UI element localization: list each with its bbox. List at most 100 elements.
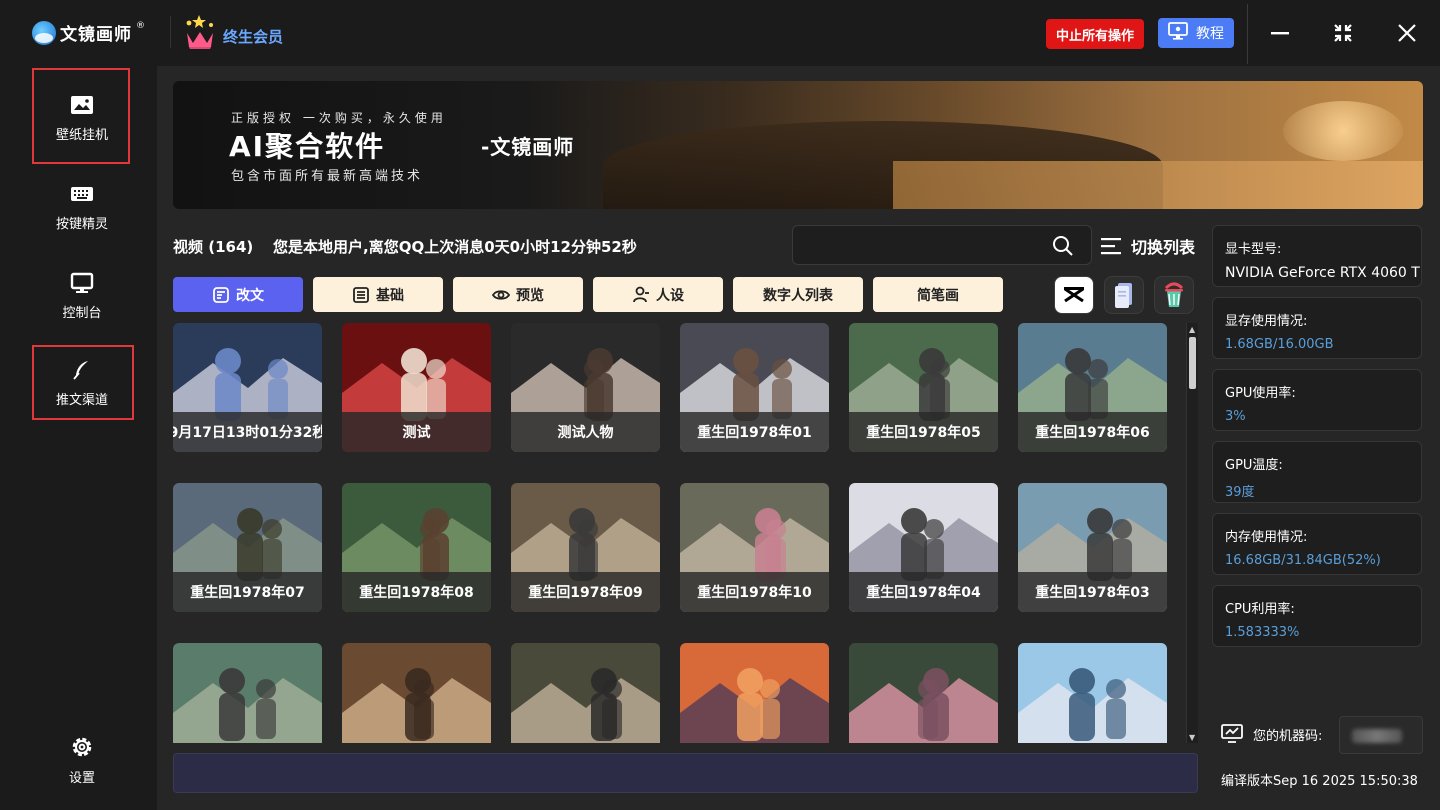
tab-sketch[interactable]: 简笔画 [873,277,1003,312]
stat-value: NVIDIA GeForce RTX 4060 T [1225,265,1420,281]
tab-rewrite[interactable]: 改文 [173,277,303,312]
tab-label: 人设 [656,287,684,304]
tab-label: 数字人列表 [763,287,833,304]
edit-icon [213,286,229,303]
gear-icon [72,737,92,756]
capcut-icon [1059,280,1089,310]
video-card[interactable]: 测试 [342,323,491,452]
app-window: 文镜画师 ® 终生会员 中止所有操作 教程 壁纸挂机 按键精灵 控制台 推文渠道… [0,0,1440,810]
grid-scrollbar[interactable]: ▲ ▼ [1186,323,1198,743]
sidebar-item-wallpaper[interactable]: 壁纸挂机 [32,82,132,154]
cleaner-app-button[interactable] [1154,276,1194,314]
stat-value: 1.68GB/16.00GB [1225,337,1334,352]
person-icon [633,286,649,302]
tab-digital-human-list[interactable]: 数字人列表 [733,277,863,312]
stat-card: 内存使用情况: 16.68GB/31.84GB(52%) [1212,513,1422,575]
monitor-chart-icon [1221,724,1243,743]
image-icon [71,95,93,114]
list-icon [1101,238,1121,255]
banner-title: AI聚合软件 [229,130,386,163]
stat-card: GPU温度: 39度 [1212,441,1422,503]
video-card[interactable]: 重生回1978年03 [1018,483,1167,612]
sidebar-item-console[interactable]: 控制台 [32,260,132,332]
stat-label: 显卡型号: [1225,242,1282,257]
video-title: 重生回1978年05 [849,412,998,452]
video-card[interactable]: 重生回1978年05 [849,323,998,452]
stat-card: 显存使用情况: 1.68GB/16.00GB [1212,297,1422,359]
vip-badge[interactable]: 终生会员 [183,13,283,49]
video-card[interactable]: 测试人物 [511,323,660,452]
video-card[interactable] [511,643,660,743]
video-card[interactable] [1018,643,1167,743]
video-card[interactable] [173,643,322,743]
capcut-app-button[interactable] [1054,276,1094,314]
document-icon [1115,283,1132,308]
video-card[interactable] [680,643,829,743]
video-card[interactable]: 重生回1978年10 [680,483,829,612]
video-card[interactable]: 重生回1978年08 [342,483,491,612]
tutorial-button[interactable]: 教程 [1158,18,1234,48]
video-title: 测试 [342,412,491,452]
tab-label: 简笔画 [917,287,959,304]
video-card[interactable]: 重生回1978年01 [680,323,829,452]
switch-list-button[interactable]: 切换列表 [1101,234,1195,258]
scroll-up-icon[interactable]: ▲ [1189,325,1197,334]
main-panel: 正版授权 一次购买，永久使用 AI聚合软件 -文镜画师 包含市面所有最新高端技术… [157,66,1440,810]
video-count: 视频 (164) [173,238,254,256]
stat-card: 显卡型号: NVIDIA GeForce RTX 4060 T [1212,225,1422,287]
machine-code-value[interactable] [1339,716,1423,754]
video-card[interactable] [342,643,491,743]
video-card[interactable]: 9月17日13时01分32秒 [173,323,322,452]
build-version: 编译版本Sep 16 2025 15:50:38 [1221,774,1418,789]
divider [1247,4,1248,64]
machine-code-row: 您的机器码: [1221,724,1322,744]
fullscreen-button[interactable] [1328,18,1358,48]
video-title: 重生回1978年01 [680,412,829,452]
close-button[interactable] [1392,18,1422,48]
video-title: 重生回1978年07 [173,572,322,612]
sidebar-item-settings[interactable]: 设置 [32,734,132,786]
minimize-icon [1271,32,1289,35]
tab-preview[interactable]: 预览 [453,277,583,312]
monitor-icon [1168,22,1188,44]
video-card[interactable]: 重生回1978年04 [849,483,998,612]
video-card[interactable]: 重生回1978年09 [511,483,660,612]
stat-value: 39度 [1225,485,1255,500]
search-icon[interactable] [1051,234,1075,258]
tab-label: 改文 [236,287,264,304]
video-title: 9月17日13时01分32秒 [173,412,322,452]
app-name: 文镜画师 [60,25,132,45]
logo-icon [32,20,56,45]
stat-label: 显存使用情况: [1225,314,1308,329]
stop-all-button[interactable]: 中止所有操作 [1046,19,1144,49]
video-card[interactable]: 重生回1978年07 [173,483,322,612]
stat-label: GPU使用率: [1225,386,1296,401]
fullscreen-icon [1334,24,1352,42]
app-shortcuts [1054,276,1194,314]
scroll-thumb[interactable] [1189,337,1196,389]
sidebar-item-key-macro[interactable]: 按键精灵 [32,172,132,242]
tab-persona[interactable]: 人设 [593,277,723,312]
video-card[interactable]: 重生回1978年06 [1018,323,1167,452]
command-input[interactable] [173,753,1198,793]
video-card[interactable] [849,643,998,743]
sidebar-item-push-channel[interactable]: 推文渠道 [32,347,132,419]
scroll-down-icon[interactable]: ▼ [1189,733,1197,742]
video-thumbnail [680,643,829,743]
close-icon [1398,24,1416,42]
video-thumbnail [511,643,660,743]
stat-value: 3% [1225,409,1246,424]
search-box [792,225,1092,265]
tab-label: 预览 [516,287,544,304]
search-input[interactable] [805,236,1045,256]
minimize-button[interactable] [1265,18,1295,48]
document-app-button[interactable] [1104,276,1144,314]
video-title: 重生回1978年09 [511,572,660,612]
crown-icon [183,13,217,49]
app-logo: 文镜画师 ® [32,20,145,45]
list-icon [353,286,369,303]
tab-basic[interactable]: 基础 [313,277,443,312]
video-title: 测试人物 [511,412,660,452]
promo-banner[interactable]: 正版授权 一次购买，永久使用 AI聚合软件 -文镜画师 包含市面所有最新高端技术 [173,81,1423,209]
sidebar: 壁纸挂机 按键精灵 控制台 推文渠道 设置 [0,66,157,810]
